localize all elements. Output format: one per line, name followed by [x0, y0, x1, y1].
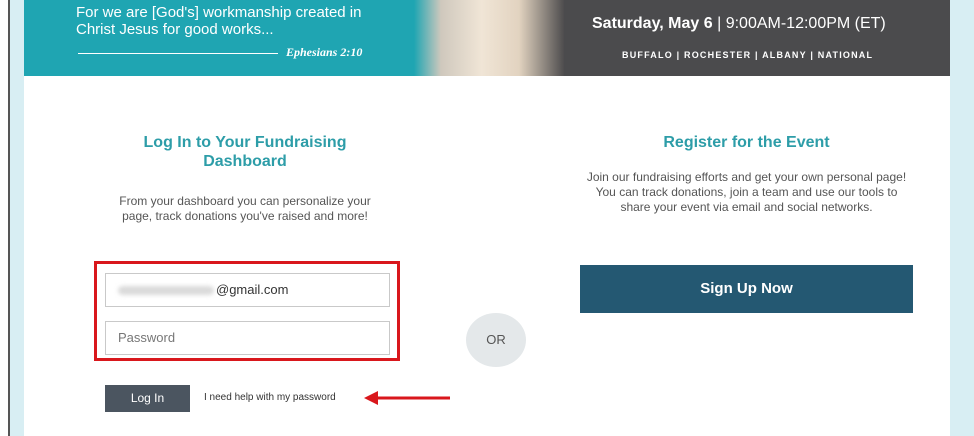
verse-divider — [78, 53, 278, 54]
banner-dark-panel — [564, 0, 950, 76]
event-banner: For we are [God's] workmanship created i… — [24, 0, 950, 76]
event-locations: BUFFALO | ROCHESTER | ALBANY | NATIONAL — [622, 50, 874, 60]
redacted-email-blur — [118, 286, 214, 296]
password-field[interactable]: Password — [105, 321, 390, 355]
banner-photo — [414, 0, 564, 76]
password-help-link[interactable]: I need help with my password — [204, 392, 336, 403]
sign-up-button[interactable]: Sign Up Now — [580, 265, 913, 313]
email-value: @gmail.com — [216, 282, 289, 297]
event-separator: | — [717, 15, 722, 32]
event-date-time: Saturday, May 6 | 9:00AM-12:00PM (ET) — [592, 15, 886, 33]
password-placeholder: Password — [118, 330, 176, 345]
window-left-edge — [0, 0, 10, 436]
login-button[interactable]: Log In — [105, 385, 190, 412]
email-field[interactable]: @gmail.com — [105, 273, 390, 307]
event-time: 9:00AM-12:00PM (ET) — [725, 15, 886, 32]
annotation-arrow-icon — [364, 391, 450, 405]
verse-reference: Ephesians 2:10 — [286, 45, 363, 59]
login-title: Log In to Your Fundraising Dashboard — [143, 134, 347, 170]
banner-verse: For we are [God's] workmanship created i… — [76, 4, 362, 38]
window-right-edge — [950, 0, 974, 436]
page-content: For we are [God's] workmanship created i… — [24, 0, 950, 436]
login-description: From your dashboard you can personalize … — [119, 194, 371, 223]
register-description: Join our fundraising efforts and get you… — [586, 170, 907, 214]
register-title: Register for the Event — [663, 134, 830, 151]
or-divider: OR — [466, 313, 526, 367]
event-date: Saturday, May 6 — [592, 15, 713, 32]
